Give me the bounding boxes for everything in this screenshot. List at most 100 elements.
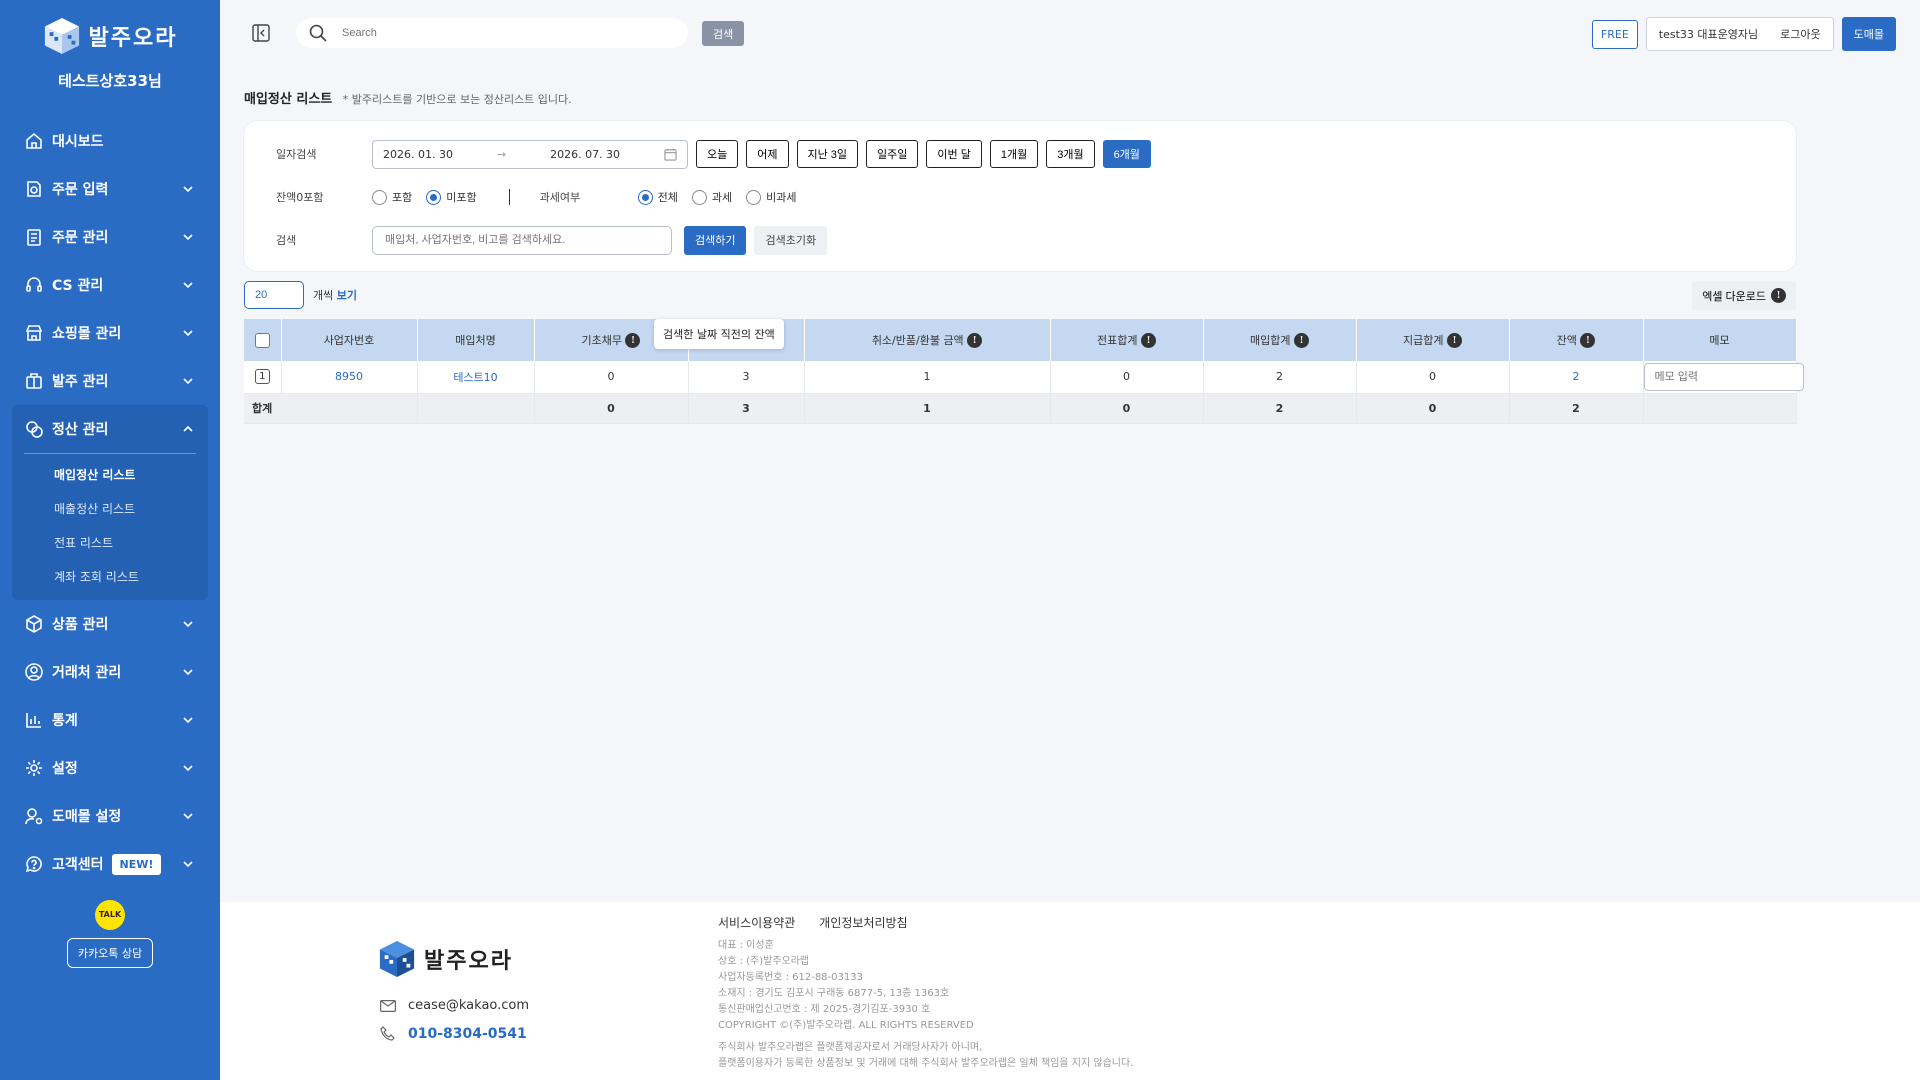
cell-refund-amount: 1: [804, 361, 1051, 394]
select-all-checkbox[interactable]: [254, 332, 270, 348]
total-opening-debt: 0: [534, 393, 689, 424]
radio-tax-taxable[interactable]: 과세: [691, 189, 732, 205]
footer-link-privacy[interactable]: 개인정보처리방침: [819, 914, 907, 931]
kakao-consult-button[interactable]: 카카오톡 상담: [66, 938, 154, 968]
date-range-picker[interactable]: 2026. 01. 30 → 2026. 07. 30: [372, 139, 688, 169]
info-icon[interactable]: !: [1446, 333, 1462, 349]
keyword-search-input[interactable]: [372, 225, 672, 255]
info-icon[interactable]: !: [1293, 333, 1309, 349]
table-header-row: 사업자번호 매입처명 기초채무 ! 취소/반품/환불 금액 ! 전표합계 ! 매…: [244, 319, 1797, 361]
date-btn-last-3-days[interactable]: 지난 3일: [796, 140, 859, 168]
radio-tax-exempt[interactable]: 비과세: [746, 189, 797, 205]
radio-balance-exclude[interactable]: 미포함: [426, 189, 477, 205]
info-icon[interactable]: !: [1580, 333, 1596, 349]
footer-phone-text[interactable]: 010-8304-0541: [408, 1026, 527, 1042]
excel-download-label: 엑셀 다운로드: [1702, 290, 1766, 303]
chevron-down-icon: [183, 765, 193, 772]
row-number-cell[interactable]: 1: [244, 361, 282, 394]
sidebar-item-label: 주문 입력: [52, 182, 109, 198]
date-range-arrow: →: [496, 147, 507, 161]
header-checkbox[interactable]: [244, 319, 282, 361]
sidebar-item-settings[interactable]: 설정: [0, 744, 220, 792]
info-icon[interactable]: !: [625, 333, 641, 349]
date-btn-6-months[interactable]: 6개월: [1102, 140, 1151, 168]
info-icon[interactable]: !: [967, 333, 983, 349]
page-size-view[interactable]: 보기: [337, 289, 357, 302]
footer-link-terms[interactable]: 서비스이용약관: [718, 914, 795, 931]
sidebar-item-shopping-mall[interactable]: 쇼핑몰 관리: [0, 309, 220, 357]
kakao-consult: TALK 카카오톡 상담: [0, 900, 220, 968]
col-label: 전표합계: [1097, 333, 1138, 347]
date-btn-yesterday[interactable]: 어제: [746, 140, 789, 168]
sidebar-toggle-icon[interactable]: [252, 24, 270, 42]
sidebar-item-customer-center[interactable]: 고객센터 NEW!: [0, 840, 220, 888]
date-btn-this-month[interactable]: 이번 달: [926, 140, 982, 168]
sidebar-item-wholesale-settings[interactable]: 도매몰 설정: [0, 792, 220, 840]
page-size-input[interactable]: [244, 281, 304, 309]
submenu-voucher-list[interactable]: 전표 리스트: [24, 526, 196, 560]
date-to[interactable]: 2026. 07. 30: [550, 148, 620, 161]
info-icon[interactable]: !: [1771, 288, 1786, 303]
global-search-input[interactable]: [342, 27, 642, 39]
home-icon: [26, 132, 42, 149]
date-from[interactable]: 2026. 01. 30: [383, 148, 453, 161]
submenu-account-inquiry[interactable]: 계좌 조회 리스트: [24, 560, 196, 594]
package-icon: [26, 615, 42, 633]
sidebar-item-cs[interactable]: CS 관리: [0, 261, 220, 309]
balance-filter-label: 잔액0포함: [276, 191, 324, 204]
sidebar-item-statistics[interactable]: 통계: [0, 696, 220, 744]
row-number[interactable]: 1: [254, 369, 270, 385]
info-icon[interactable]: !: [1140, 333, 1156, 349]
calendar-icon[interactable]: [664, 148, 677, 161]
col-memo: 메모: [1643, 319, 1797, 361]
col-label: 취소/반품/환불 금액: [871, 333, 964, 347]
radio-dot[interactable]: [746, 189, 762, 205]
excel-download-button[interactable]: 엑셀 다운로드 !: [1692, 281, 1796, 310]
cell-vendor-name[interactable]: 테스트10: [417, 361, 535, 394]
gear-icon: [26, 760, 42, 776]
submenu-sales-settlement[interactable]: 매출정산 리스트: [24, 492, 196, 526]
sidebar-item-vendor[interactable]: 거래처 관리: [0, 648, 220, 696]
footer-email-text[interactable]: cease@kakao.com: [408, 998, 529, 1013]
cell-business-number[interactable]: 8950: [281, 361, 418, 394]
date-btn-1-month[interactable]: 1개월: [989, 140, 1039, 168]
memo-input[interactable]: [1643, 362, 1804, 391]
sidebar-item-order-input[interactable]: 주문 입력: [0, 165, 220, 213]
radio-dot[interactable]: [372, 189, 387, 205]
radio-dot-selected[interactable]: [426, 189, 442, 205]
submenu-purchase-settlement[interactable]: 매입정산 리스트: [24, 458, 196, 492]
order-input-icon: [27, 181, 41, 197]
search-submit-button[interactable]: 검색하기: [684, 225, 747, 255]
radio-dot[interactable]: [691, 189, 707, 205]
radio-dot-selected[interactable]: [637, 189, 653, 205]
footer-info-line: 통신판매업신고번호 : 제 2025-경기김포-3930 호: [718, 1004, 931, 1015]
sidebar-item-order-manage[interactable]: 주문 관리: [0, 213, 220, 261]
chevron-down-icon: [183, 669, 193, 676]
kakao-talk-icon[interactable]: TALK: [95, 900, 125, 930]
date-btn-week[interactable]: 일주일: [866, 140, 919, 168]
cell-balance[interactable]: 2: [1509, 361, 1644, 394]
settlement-icon: [26, 421, 43, 438]
date-btn-today[interactable]: 오늘: [696, 140, 739, 168]
date-btn-3-months[interactable]: 3개월: [1046, 140, 1095, 168]
footer-email: cease@kakao.com: [380, 998, 529, 1013]
sidebar-item-product[interactable]: 상품 관리: [0, 600, 220, 648]
search-icon: [309, 24, 327, 42]
sidebar-item-purchase-order[interactable]: 발주 관리: [0, 357, 220, 405]
global-search-button[interactable]: 검색: [702, 21, 745, 46]
col-label: 기초채무: [581, 333, 622, 347]
footer: 발주오라 cease@kakao.com 010-8304-0541 서비스이용…: [220, 902, 1920, 1080]
footer-notice: 주식회사 발주오라랩은 플랫폼제공자로서 거래당사자가 아니며, 플랫폼이용자가…: [718, 1040, 1133, 1072]
col-label: 잔액: [1556, 333, 1577, 347]
search-reset-button[interactable]: 검색초기화: [754, 225, 828, 255]
sidebar-item-settlement[interactable]: 정산 관리: [12, 405, 208, 453]
wholesale-button[interactable]: 도매몰: [1841, 17, 1896, 51]
plan-badge[interactable]: FREE: [1591, 19, 1638, 49]
radio-balance-include[interactable]: 포함: [372, 189, 412, 205]
sidebar-item-dashboard[interactable]: 대시보드: [0, 117, 220, 165]
new-badge: NEW!: [111, 853, 162, 875]
logout-link[interactable]: 로그아웃: [1780, 26, 1820, 42]
brand-logo[interactable]: 발주오라: [0, 0, 220, 56]
radio-tax-all[interactable]: 전체: [637, 189, 678, 205]
mail-icon: [380, 999, 396, 1012]
